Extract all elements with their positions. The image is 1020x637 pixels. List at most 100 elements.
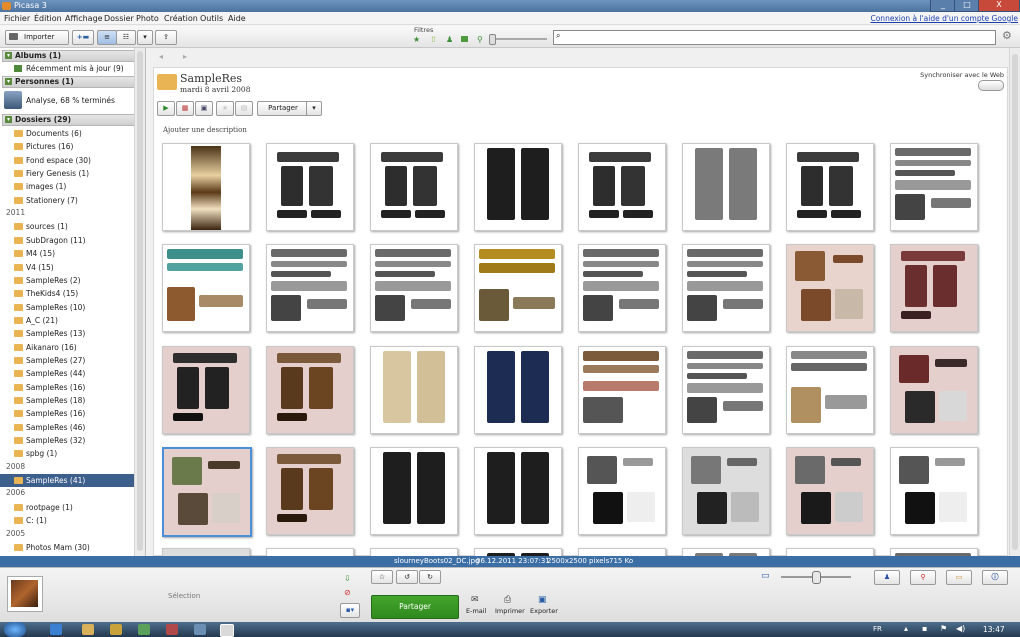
people-section-header[interactable]: ▾ Personnes (1) bbox=[2, 76, 145, 88]
photo-thumbnail[interactable] bbox=[474, 244, 562, 332]
people-analysis[interactable]: Analyse, 68 % terminés bbox=[0, 88, 134, 112]
folders-section-header[interactable]: ▾ Dossiers (29) bbox=[2, 114, 145, 126]
tags-panel-button[interactable]: ▭ bbox=[946, 570, 972, 585]
photo-thumbnail[interactable] bbox=[370, 244, 458, 332]
save-album-button[interactable]: ▤ bbox=[235, 101, 253, 116]
folder-item[interactable]: SubDragon (11) bbox=[0, 234, 134, 247]
photo-thumbnail[interactable] bbox=[266, 244, 354, 332]
help-gear-icon[interactable]: ⚙ bbox=[1002, 29, 1012, 42]
picasa-taskbar-icon[interactable] bbox=[220, 624, 234, 637]
photo-thumbnail[interactable] bbox=[786, 244, 874, 332]
geotag-filter-icon[interactable]: ⚲ bbox=[477, 35, 483, 44]
sync-toggle[interactable] bbox=[978, 80, 1004, 91]
date-slider-handle[interactable] bbox=[489, 34, 496, 45]
share-button[interactable]: Partager bbox=[371, 595, 459, 619]
folder-item[interactable]: SampleRes (16) bbox=[0, 381, 134, 394]
photo-thumbnail[interactable] bbox=[370, 143, 458, 231]
rotate-right-button[interactable]: ↻ bbox=[419, 570, 441, 584]
photo-thumbnail[interactable] bbox=[474, 447, 562, 535]
places-panel-button[interactable]: ⚲ bbox=[910, 570, 936, 585]
menu-photo[interactable]: Photo bbox=[136, 14, 159, 23]
folder-item[interactable]: SampleRes (16) bbox=[0, 407, 134, 420]
photo-thumbnail[interactable] bbox=[578, 143, 666, 231]
photo-thumbnail[interactable] bbox=[474, 346, 562, 434]
folder-item[interactable]: SampleRes (44) bbox=[0, 367, 134, 380]
folder-item[interactable]: M4 (15) bbox=[0, 247, 134, 260]
star-photo-button[interactable]: ☆ bbox=[371, 570, 393, 584]
folder-item[interactable]: SampleRes (10) bbox=[0, 301, 134, 314]
star-album-button[interactable]: ★ bbox=[216, 101, 234, 116]
photo-thumbnail[interactable] bbox=[370, 447, 458, 535]
app3-taskbar-icon[interactable] bbox=[194, 624, 206, 635]
menu-dossier[interactable]: Dossier bbox=[104, 14, 134, 23]
folder-item[interactable]: A_C (21) bbox=[0, 314, 134, 327]
photo-thumbnail[interactable] bbox=[682, 447, 770, 535]
properties-panel-button[interactable]: ⓘ bbox=[982, 570, 1008, 585]
clock[interactable]: 13:47 bbox=[983, 625, 1005, 634]
photo-thumbnail[interactable] bbox=[890, 346, 978, 434]
album-title[interactable]: SampleRes bbox=[180, 72, 242, 85]
volume-icon[interactable]: ◀) bbox=[956, 624, 965, 633]
search-input[interactable]: ⌕ bbox=[553, 30, 996, 45]
album-recent[interactable]: Récemment mis à jour (9) bbox=[0, 62, 134, 75]
action-center-icon[interactable]: ⚑ bbox=[940, 624, 947, 633]
photo-thumbnail[interactable] bbox=[890, 447, 978, 535]
upload-button[interactable]: ⇪ bbox=[155, 30, 177, 45]
list-view-button[interactable]: ≡ bbox=[97, 30, 117, 45]
folder-item[interactable]: SampleRes (27) bbox=[0, 354, 134, 367]
photo-thumbnail[interactable] bbox=[786, 447, 874, 535]
photo-thumbnail[interactable] bbox=[266, 346, 354, 434]
video-filter-icon[interactable] bbox=[461, 36, 468, 42]
folder-item[interactable]: SampleRes (46) bbox=[0, 421, 134, 434]
people-filter-icon[interactable]: ♟ bbox=[446, 35, 453, 44]
photo-thumbnail[interactable] bbox=[266, 447, 354, 535]
photo-thumbnail[interactable] bbox=[890, 143, 978, 231]
rotate-left-button[interactable]: ↺ bbox=[396, 570, 418, 584]
clear-selection-icon[interactable]: ⊘ bbox=[344, 588, 351, 597]
share-dropdown-button[interactable]: ▾ bbox=[306, 101, 322, 116]
thumbnail-size-handle[interactable] bbox=[812, 571, 821, 584]
folder-item[interactable]: SampleRes (2) bbox=[0, 274, 134, 287]
photo-thumbnail[interactable] bbox=[682, 244, 770, 332]
add-description-link[interactable]: Ajouter une description bbox=[163, 126, 247, 134]
add-to-album-button[interactable]: +▬ bbox=[72, 30, 94, 45]
folder-item[interactable]: rootpage (1) bbox=[0, 501, 134, 514]
folder-item[interactable]: Pictures (16) bbox=[0, 140, 134, 153]
folder-item[interactable]: V4 (15) bbox=[0, 261, 134, 274]
media-taskbar-icon[interactable] bbox=[110, 624, 122, 635]
photo-thumbnail[interactable] bbox=[474, 143, 562, 231]
sidebar-scrollbar[interactable] bbox=[134, 48, 145, 556]
folder-item[interactable]: images (1) bbox=[0, 180, 134, 193]
app-taskbar-icon[interactable] bbox=[138, 624, 150, 635]
photo-thumbnail[interactable] bbox=[786, 143, 874, 231]
folder-item[interactable]: SampleRes (41) bbox=[0, 474, 134, 488]
folder-item[interactable]: sources (1) bbox=[0, 220, 134, 233]
explorer-taskbar-icon[interactable] bbox=[82, 624, 94, 635]
folder-item[interactable]: Documents (6) bbox=[0, 127, 134, 140]
back-icon[interactable]: ◂ bbox=[159, 52, 163, 61]
main-scrollbar[interactable] bbox=[1009, 48, 1020, 556]
add-to-album-tray-button[interactable]: ▪▾ bbox=[340, 603, 360, 618]
menu-affichage[interactable]: Affichage bbox=[65, 14, 103, 23]
share-album-button[interactable]: Partager bbox=[257, 101, 309, 116]
menu-creation[interactable]: Création bbox=[164, 14, 198, 23]
upload-filter-icon[interactable]: ⇧ bbox=[430, 35, 437, 44]
folder-item[interactable]: SampleRes (13) bbox=[0, 327, 134, 340]
menu-edition[interactable]: Édition bbox=[34, 14, 62, 23]
photo-thumbnail[interactable] bbox=[370, 346, 458, 434]
photo-thumbnail[interactable] bbox=[162, 143, 250, 231]
email-button[interactable]: ✉ E-mail bbox=[464, 595, 488, 617]
app2-taskbar-icon[interactable] bbox=[166, 624, 178, 635]
tray-chevron-icon[interactable]: ▴ bbox=[904, 624, 908, 633]
photo-thumbnail[interactable] bbox=[162, 447, 252, 537]
selected-photo-thumbnail[interactable] bbox=[7, 576, 43, 612]
people-panel-button[interactable]: ♟ bbox=[874, 570, 900, 585]
folder-item[interactable]: Fond espace (30) bbox=[0, 154, 134, 167]
minimize-button[interactable]: _ bbox=[930, 0, 956, 12]
photo-thumbnail[interactable] bbox=[682, 346, 770, 434]
albums-section-header[interactable]: ▾ Albums (1) bbox=[2, 50, 145, 62]
tree-view-button[interactable]: ☷ bbox=[116, 30, 136, 45]
main-scroll-thumb[interactable] bbox=[1012, 54, 1018, 550]
star-filter-icon[interactable]: ★ bbox=[413, 35, 420, 44]
language-indicator[interactable]: FR bbox=[873, 625, 882, 633]
